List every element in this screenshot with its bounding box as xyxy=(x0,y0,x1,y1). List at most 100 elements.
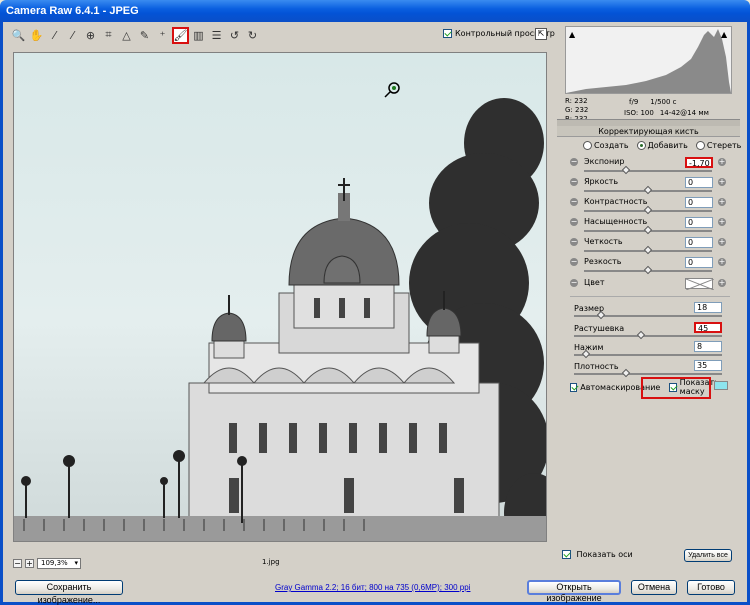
show-pins-checkbox[interactable] xyxy=(562,550,571,559)
adjustment-plus-button[interactable]: + xyxy=(718,158,726,166)
adjustment-label: Экспонир xyxy=(584,157,625,166)
filename: 1.jpg xyxy=(262,558,280,566)
adjustment-row: − Яркость 0 + xyxy=(570,177,730,197)
adjustment-plus-button[interactable]: + xyxy=(718,258,726,266)
brush-value-field[interactable]: 8 xyxy=(694,341,722,352)
cancel-button[interactable]: Отмена xyxy=(631,580,677,595)
done-button[interactable]: Готово xyxy=(687,580,735,595)
brush-cursor xyxy=(384,82,400,98)
target-icon[interactable]: ⊕ xyxy=(82,27,99,44)
color-minus-button[interactable]: − xyxy=(570,279,578,287)
brush-slider-track[interactable] xyxy=(574,335,722,337)
adjustment-minus-button[interactable]: − xyxy=(570,198,578,206)
adjustment-value-field[interactable]: 0 xyxy=(685,237,713,248)
fullscreen-icon[interactable]: ⇱ xyxy=(535,28,547,40)
cathedral-photo xyxy=(14,82,546,541)
mode-add[interactable]: Добавить xyxy=(636,141,688,150)
color-row: − Цвет + xyxy=(570,278,730,298)
straighten-icon[interactable]: △ xyxy=(118,27,135,44)
adjustment-slider-thumb[interactable] xyxy=(643,245,653,255)
adjustment-row: − Экспонир -1,70 + xyxy=(570,157,730,177)
brush-slider-thumb[interactable] xyxy=(636,330,645,340)
adjustment-slider-thumb[interactable] xyxy=(643,185,653,195)
brush-label: Нажим xyxy=(574,343,604,352)
delete-all-button[interactable]: Удалить все xyxy=(684,549,732,562)
adjustment-label: Насыщенность xyxy=(584,217,648,226)
adjustment-slider-thumb[interactable] xyxy=(643,265,653,275)
adjustment-value-field[interactable]: 0 xyxy=(685,217,713,228)
adjustment-plus-button[interactable]: + xyxy=(718,178,726,186)
brush-label: Растушевка xyxy=(574,324,625,333)
adjustment-label: Яркость xyxy=(584,177,619,186)
highlight-clipping-icon[interactable]: ▲ xyxy=(721,30,727,39)
color-plus-button[interactable]: + xyxy=(718,279,726,287)
adjustment-value-field[interactable]: 0 xyxy=(685,257,713,268)
automask-checkbox[interactable] xyxy=(570,382,578,392)
adjustment-slider-track[interactable] xyxy=(584,170,712,172)
mask-color-swatch[interactable] xyxy=(714,381,728,390)
shadow-clipping-icon[interactable]: ▲ xyxy=(569,30,575,39)
eyedropper-icon[interactable]: ⁄ xyxy=(46,27,63,44)
show-pins-label: Показать оси xyxy=(576,550,633,559)
mode-create-radio xyxy=(583,141,592,150)
adjustment-plus-button[interactable]: + xyxy=(718,198,726,206)
rotate-cw-icon[interactable]: ↻ xyxy=(244,27,261,44)
list-icon[interactable]: ☰ xyxy=(208,27,225,44)
redeye-icon[interactable]: ⁺ xyxy=(154,27,171,44)
adjustment-slider-thumb[interactable] xyxy=(621,165,631,175)
zoom-in-button[interactable]: + xyxy=(25,558,34,568)
brush-slider-thumb[interactable] xyxy=(621,368,631,378)
adjustment-label: Резкость xyxy=(584,257,622,266)
zoom-value: 109,3% xyxy=(41,558,68,567)
adjustment-minus-button[interactable]: − xyxy=(570,178,578,186)
adjustment-slider-thumb[interactable] xyxy=(643,225,653,235)
brush-slider-track[interactable] xyxy=(574,354,722,356)
brush-value-field[interactable]: 35 xyxy=(694,360,722,371)
adjustment-label: Четкость xyxy=(584,237,623,246)
exif-info: f/9 1/500 с ISO: 100 14-42@14 мм xyxy=(624,98,709,117)
adjustment-row: − Насыщенность 0 + xyxy=(570,217,730,237)
adjustment-minus-button[interactable]: − xyxy=(570,218,578,226)
show-mask-highlight xyxy=(641,377,711,399)
panel-divider xyxy=(570,296,730,297)
spot-removal-icon[interactable]: ✎ xyxy=(136,27,153,44)
save-image-button[interactable]: Сохранить изображение... xyxy=(15,580,123,605)
zoom-out-button[interactable]: − xyxy=(13,558,22,568)
image-preview[interactable] xyxy=(13,52,547,542)
crop-icon[interactable]: ⌗ xyxy=(100,27,117,44)
workflow-options-link[interactable]: Gray Gamma 2.2; 16 бит; 800 на 735 (0,6M… xyxy=(275,583,470,592)
adjustment-minus-button[interactable]: − xyxy=(570,158,578,166)
rotate-ccw-icon[interactable]: ↺ xyxy=(226,27,243,44)
panel-tabs[interactable] xyxy=(557,119,740,126)
brush-value-field[interactable]: 45 xyxy=(694,322,722,333)
adjustment-slider-thumb[interactable] xyxy=(643,205,653,215)
color-sampler-icon[interactable]: ⁄ xyxy=(64,27,81,44)
adjustment-value-field[interactable]: 0 xyxy=(685,177,713,188)
histogram-graph xyxy=(566,29,731,93)
open-image-button[interactable]: Открыть изображение xyxy=(527,580,621,603)
zoom-icon[interactable]: 🔍 xyxy=(10,27,27,44)
color-swatch[interactable] xyxy=(685,278,714,290)
adjustment-row: − Четкость 0 + xyxy=(570,237,730,257)
adjustment-plus-button[interactable]: + xyxy=(718,218,726,226)
adjustment-minus-button[interactable]: − xyxy=(570,238,578,246)
brush-slider-track[interactable] xyxy=(574,373,722,375)
adjustment-label: Контрастность xyxy=(584,197,648,206)
brush-value-field[interactable]: 18 xyxy=(694,302,722,313)
adjustment-row: − Контрастность 0 + xyxy=(570,197,730,217)
adjustment-value-field[interactable]: -1,70 xyxy=(685,157,713,168)
adjustment-plus-button[interactable]: + xyxy=(718,238,726,246)
adjustment-brush-icon[interactable]: 🖌 xyxy=(172,26,189,44)
brush-mode-group: Создать Добавить Стереть xyxy=(583,141,741,150)
brush-label: Плотность xyxy=(574,362,619,371)
adjustment-value-field[interactable]: 0 xyxy=(685,197,713,208)
mode-erase[interactable]: Стереть xyxy=(695,141,741,150)
adjustment-minus-button[interactable]: − xyxy=(570,258,578,266)
zoom-select[interactable]: 109,3% xyxy=(37,557,81,569)
graduated-filter-icon[interactable]: ▥ xyxy=(190,27,207,44)
histogram: ▲ ▲ xyxy=(565,26,732,94)
hand-icon[interactable]: ✋ xyxy=(28,27,45,44)
mode-create[interactable]: Создать xyxy=(583,141,629,150)
window-title: Camera Raw 6.4.1 - JPEG xyxy=(6,5,139,17)
preview-checkbox[interactable] xyxy=(443,29,452,38)
